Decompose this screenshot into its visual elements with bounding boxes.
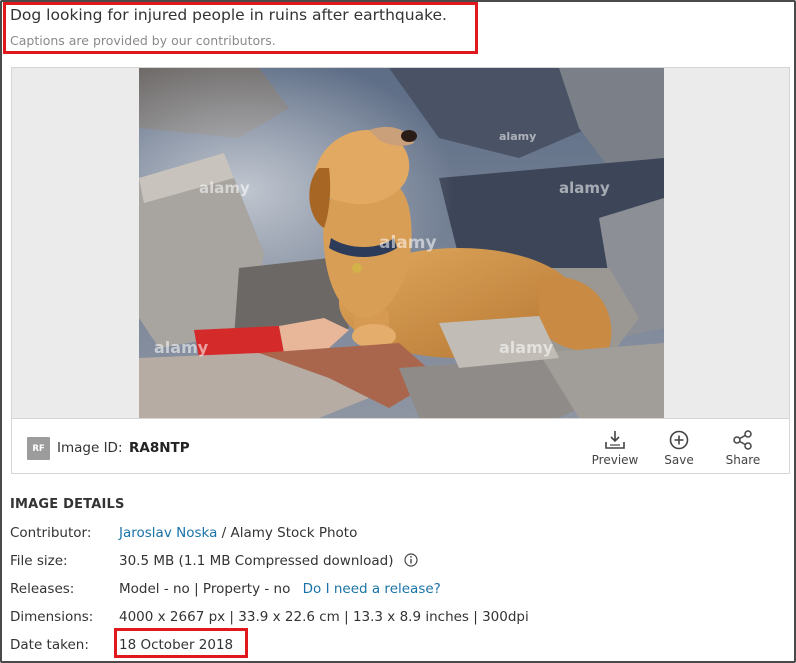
image-panel: alamy alamy alamy alamy alamy alamy RF I… (11, 67, 790, 474)
contributor-agency: / Alamy Stock Photo (221, 525, 358, 541)
share-icon (733, 430, 752, 450)
image-stage: alamy alamy alamy alamy alamy alamy (12, 68, 789, 418)
watermark-text: alamy (154, 338, 209, 357)
watermark-text: alamy (379, 233, 437, 253)
preview-label: Preview (591, 453, 639, 467)
releases-value-row: Model - no | Property - no Do I need a r… (119, 581, 441, 597)
watermark-text: alamy (199, 179, 250, 197)
plus-circle-icon (669, 430, 689, 450)
filesize-value-row: 30.5 MB (1.1 MB Compressed download) (119, 553, 418, 569)
image-details-heading: IMAGE DETAILS (10, 497, 125, 512)
image-id-value: RA8NTP (129, 440, 190, 456)
filesize-value: 30.5 MB (1.1 MB Compressed download) (119, 553, 394, 569)
panel-divider (12, 418, 789, 419)
share-label: Share (725, 453, 761, 467)
dimensions-value: 4000 x 2667 px | 33.9 x 22.6 cm | 13.3 x… (119, 609, 529, 625)
contributor-value: Jaroslav Noska / Alamy Stock Photo (119, 525, 357, 541)
contributor-label: Contributor: (10, 525, 92, 541)
caption-highlight-box (3, 2, 478, 54)
watermark-text: alamy (499, 338, 554, 357)
watermark-text: alamy (499, 130, 536, 143)
stock-photo[interactable]: alamy alamy alamy alamy alamy alamy (139, 68, 664, 418)
download-preview-icon (605, 431, 625, 449)
image-id-label: Image ID: (57, 440, 123, 456)
royalty-free-badge: RF (27, 437, 50, 460)
filesize-label: File size: (10, 553, 68, 569)
watermark-text: alamy (559, 179, 610, 197)
releases-label: Releases: (10, 581, 75, 597)
dog-in-rubble-photo: alamy alamy alamy alamy alamy alamy (139, 68, 664, 418)
release-help-link[interactable]: Do I need a release? (303, 581, 441, 597)
contributor-link[interactable]: Jaroslav Noska (119, 525, 217, 541)
save-label: Save (664, 453, 694, 467)
date-highlight-box (114, 628, 248, 658)
share-button[interactable]: Share (713, 430, 773, 470)
dimensions-label: Dimensions: (10, 609, 94, 625)
preview-button[interactable]: Preview (585, 430, 645, 470)
save-button[interactable]: Save (649, 430, 709, 470)
releases-value: Model - no | Property - no (119, 581, 291, 597)
date-taken-label: Date taken: (10, 637, 89, 653)
info-icon[interactable] (404, 553, 418, 567)
